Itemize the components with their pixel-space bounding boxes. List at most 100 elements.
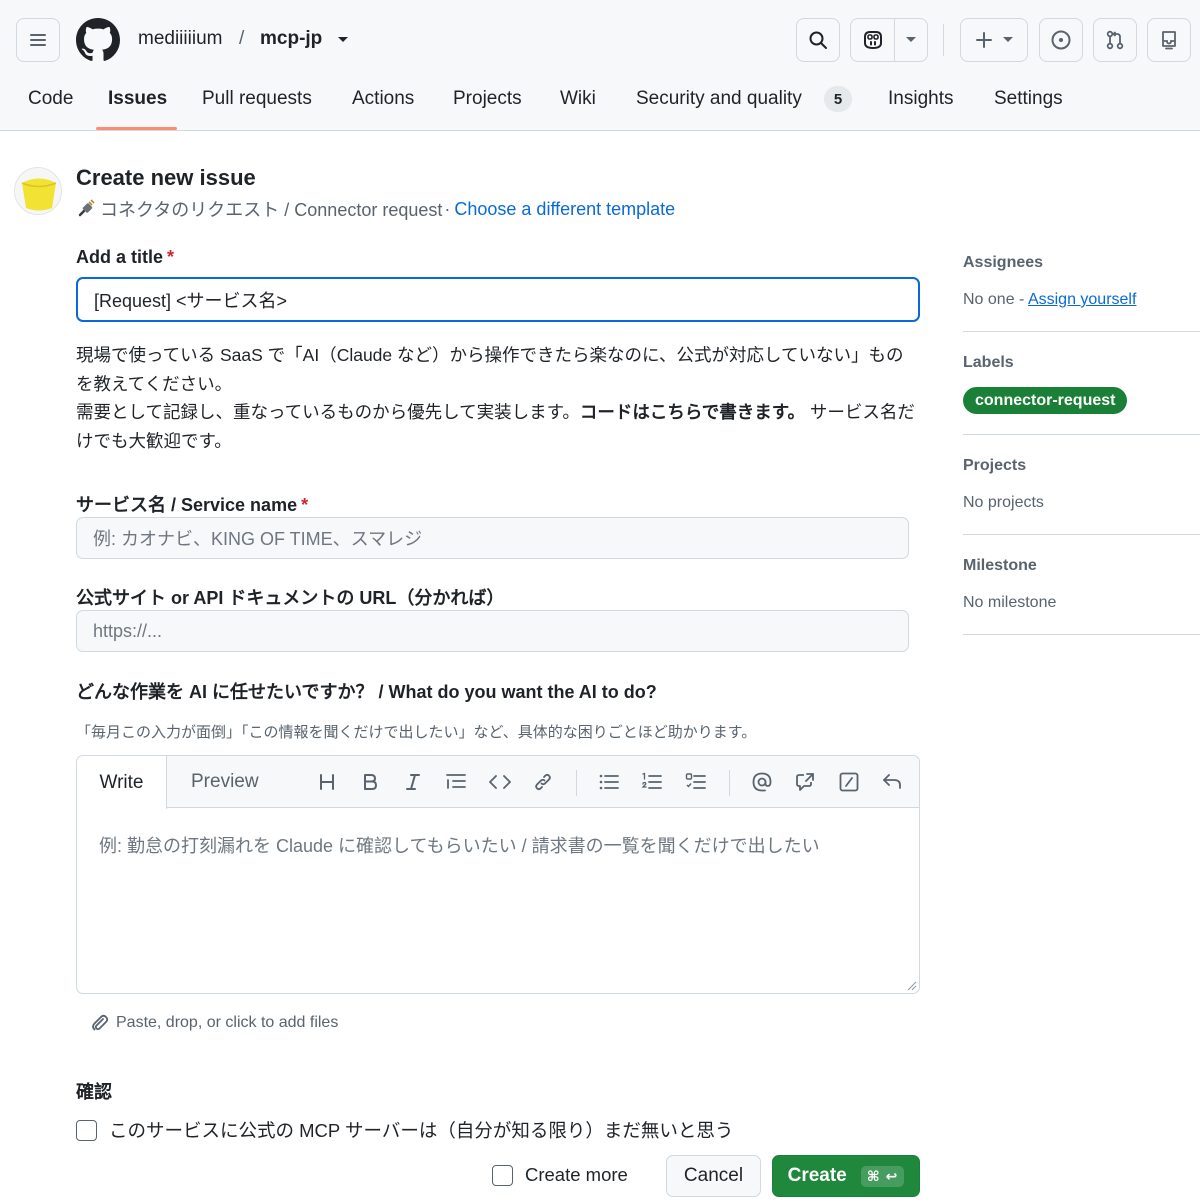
- tasklist-icon: [685, 773, 706, 789]
- slash-command-button[interactable]: [837, 770, 861, 794]
- create-button[interactable]: Create ⌘ ↩: [772, 1155, 920, 1197]
- code-icon: [489, 775, 511, 789]
- nav-wiki[interactable]: Wiki: [560, 88, 596, 133]
- your-issues-button[interactable]: [1039, 18, 1083, 62]
- triangle-down-icon: [906, 37, 916, 42]
- repo-separator: /: [239, 28, 245, 49]
- editor-toolbar: Write Preview: [77, 756, 919, 809]
- template-description: 現場で使っている SaaS で「AI（Claude など）から操作できたら楽なの…: [76, 341, 916, 455]
- nav-security-and-quality[interactable]: Security and quality: [636, 88, 802, 133]
- reply-icon: [883, 774, 901, 789]
- selected-tab-indicator: [96, 127, 177, 130]
- nav-pull-requests[interactable]: Pull requests: [202, 88, 312, 133]
- assign-yourself-link[interactable]: Assign yourself: [1028, 291, 1137, 308]
- confirm-heading: 確認: [76, 1082, 112, 1102]
- service-name-label-text: サービス名 / Service name: [76, 495, 298, 515]
- nav-settings[interactable]: Settings: [994, 88, 1063, 133]
- task-list-button[interactable]: [684, 770, 708, 794]
- mention-button[interactable]: [750, 770, 774, 794]
- milestone-heading[interactable]: Milestone: [963, 557, 1037, 575]
- mention-icon: [752, 772, 772, 792]
- triangle-down-icon: [1003, 37, 1013, 42]
- template-name: コネクタのリクエスト / Connector request: [100, 200, 443, 220]
- electric-plug-icon: [78, 199, 95, 217]
- template-info: コネクタのリクエスト / Connector request · Choose …: [76, 196, 675, 222]
- service-name-label: サービス名 / Service name *: [76, 491, 308, 517]
- title-label: Add a title *: [76, 247, 174, 268]
- github-mark-icon[interactable]: [76, 18, 120, 62]
- undo-button[interactable]: [880, 770, 904, 794]
- header-divider: [943, 24, 944, 56]
- copilot-icon: [863, 31, 882, 50]
- user-avatar[interactable]: [14, 167, 62, 215]
- create-more-checkbox[interactable]: [492, 1164, 513, 1186]
- title-input[interactable]: [Request] <サービス名>: [76, 277, 920, 322]
- sidebar-divider: [963, 434, 1200, 435]
- copilot-dropdown-button[interactable]: [895, 19, 927, 61]
- your-pull-requests-button[interactable]: [1093, 18, 1137, 62]
- reference-button[interactable]: [793, 770, 817, 794]
- sidebar-divider: [963, 331, 1200, 332]
- attach-files-text: Paste, drop, or click to add files: [116, 1014, 339, 1031]
- confirm-checkbox[interactable]: [76, 1119, 97, 1141]
- hamburger-icon: [30, 34, 46, 46]
- choose-template-link[interactable]: Choose a different template: [454, 199, 675, 220]
- service-name-input[interactable]: 例: カオナビ、KING OF TIME、スマレジ: [76, 517, 909, 559]
- search-icon: [809, 31, 827, 49]
- link-button[interactable]: [531, 770, 555, 794]
- label-chip[interactable]: connector-request: [963, 387, 1128, 414]
- menu-button[interactable]: [16, 18, 60, 62]
- quote-button[interactable]: [444, 770, 468, 794]
- inbox-icon: [1162, 31, 1176, 50]
- search-button[interactable]: [796, 18, 840, 62]
- projects-heading[interactable]: Projects: [963, 457, 1026, 475]
- tab-write[interactable]: Write: [77, 756, 167, 809]
- cross-reference-icon: [796, 773, 814, 791]
- issue-opened-icon: [1051, 30, 1071, 50]
- plus-icon: [976, 32, 992, 48]
- tab-preview[interactable]: Preview: [191, 771, 259, 793]
- list-ordered-icon: [641, 772, 662, 789]
- url-input[interactable]: https://...: [76, 610, 909, 652]
- toolbar-divider: [576, 770, 577, 796]
- quote-icon: [446, 774, 466, 789]
- heading-icon: [320, 774, 334, 790]
- notifications-button[interactable]: [1147, 18, 1191, 62]
- url-label: 公式サイト or API ドキュメントの URL（分かれば）: [76, 588, 505, 608]
- editor-textarea[interactable]: [76, 807, 920, 994]
- confirm-checkbox-row[interactable]: このサービスに公式の MCP サーバーは（自分が知る限り）まだ無いと思う: [76, 1117, 733, 1143]
- create-more-row[interactable]: Create more: [492, 1164, 628, 1186]
- page-title: Create new issue: [76, 165, 256, 190]
- attach-files-button[interactable]: Paste, drop, or click to add files: [90, 1013, 338, 1033]
- bulleted-list-button[interactable]: [597, 770, 621, 794]
- labels-heading[interactable]: Labels: [963, 354, 1014, 372]
- description-emphasis: コードはこちらで書きます。: [579, 402, 806, 422]
- nav-actions[interactable]: Actions: [352, 88, 414, 133]
- assignees-heading[interactable]: Assignees: [963, 254, 1043, 272]
- list-unordered-icon: [599, 774, 619, 790]
- triangle-down-icon[interactable]: [337, 36, 349, 44]
- code-button[interactable]: [488, 770, 512, 794]
- repo-name-link[interactable]: mcp-jp: [260, 28, 322, 50]
- nav-code[interactable]: Code: [28, 88, 73, 133]
- template-separator-dot: ·: [444, 198, 451, 219]
- create-more-label[interactable]: Create more: [525, 1164, 628, 1186]
- heading-button[interactable]: [315, 770, 339, 794]
- cancel-button[interactable]: Cancel: [666, 1155, 761, 1197]
- numbered-list-button[interactable]: [640, 770, 664, 794]
- assignees-value: No one - Assign yourself: [963, 291, 1136, 309]
- security-alert-counter: 5: [824, 86, 852, 112]
- app-header: mediiiiium / mcp-jp Code Issues Pull req…: [0, 0, 1200, 131]
- bold-button[interactable]: [358, 770, 382, 794]
- create-new-button[interactable]: [960, 18, 1028, 62]
- nav-insights[interactable]: Insights: [888, 88, 953, 133]
- create-shortcut-hint: ⌘ ↩: [860, 1165, 905, 1187]
- copilot-button[interactable]: [851, 19, 895, 61]
- nav-projects[interactable]: Projects: [453, 88, 522, 133]
- confirm-checkbox-label[interactable]: このサービスに公式の MCP サーバーは（自分が知る限り）まだ無いと思う: [109, 1117, 733, 1143]
- italic-button[interactable]: [401, 770, 425, 794]
- required-mark: *: [301, 495, 309, 515]
- repo-owner-link[interactable]: mediiiiium: [138, 28, 222, 50]
- toolbar-divider: [729, 770, 730, 796]
- git-pull-request-icon: [1106, 30, 1124, 50]
